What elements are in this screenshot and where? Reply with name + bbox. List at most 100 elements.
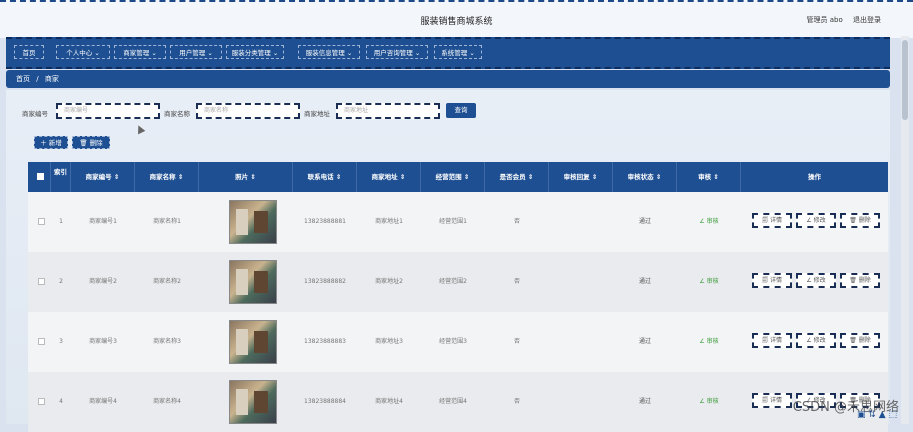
search-input-code[interactable]: 商家编号 [56, 103, 160, 119]
table-header: 索引 商家编号 ⇕ 商家名称 ⇕ 照片 ⇕ 联系电话 ⇕ 商家地址 ⇕ 经营范围… [28, 162, 888, 192]
th-operations: 操作 [808, 173, 821, 181]
main-content: 商家编号 商家编号 商家名称 商家名称 商家地址 商家地址 查询 ＋ 新增 🗑 … [6, 90, 890, 432]
nav-home[interactable]: 首页 [14, 45, 44, 59]
row-checkbox[interactable] [38, 398, 45, 405]
nav-merchant-mgmt[interactable]: 商家管理 ⌄ [114, 45, 166, 59]
merchant-photo [229, 320, 277, 364]
cell-name: 商家名称2 [153, 278, 181, 285]
cell-name: 商家名称4 [153, 398, 181, 405]
cell-address: 商家地址4 [375, 398, 403, 405]
audit-link[interactable]: ∠ 审核 [677, 372, 741, 432]
nav-category-mgmt-label: 服装分类管理 [231, 49, 271, 57]
table-row: 4 商家编号4 商家名称4 13823888884 商家地址4 经营范围4 否 … [28, 372, 888, 432]
breadcrumb: 首页 / 商家 [6, 70, 890, 88]
merchant-photo [229, 200, 277, 244]
page-scrollbar[interactable] [901, 36, 909, 424]
chevron-down-icon: ⌄ [151, 49, 157, 57]
cell-member: 否 [513, 338, 520, 345]
search-form: 商家编号 商家编号 商家名称 商家名称 商家地址 商家地址 查询 [6, 102, 886, 122]
cell-member: 否 [513, 278, 520, 285]
cell-code: 商家编号4 [89, 398, 117, 405]
cell-address: 商家地址3 [375, 338, 403, 345]
cell-reply [549, 192, 613, 252]
nav-system-mgmt[interactable]: 系统管理 ⌄ [434, 45, 482, 59]
detail-button[interactable]: 🗐 详情 [752, 333, 792, 348]
select-all-checkbox[interactable] [37, 173, 44, 180]
th-name[interactable]: 商家名称 ⇕ [135, 162, 199, 192]
table-row: 2 商家编号2 商家名称2 13823888882 商家地址2 经营范围2 否 … [28, 252, 888, 312]
row-checkbox[interactable] [38, 338, 45, 345]
scrollbar-thumb[interactable] [902, 40, 908, 120]
floating-toolbox-icon[interactable]: ▣ ⇅ ▲ ⬚ [857, 410, 897, 420]
cell-member: 否 [513, 398, 520, 405]
row-delete-button[interactable]: 🗑 删除 [840, 333, 880, 348]
chevron-down-icon: ⌄ [207, 49, 213, 57]
row-delete-button[interactable]: 🗑 删除 [840, 213, 880, 228]
detail-button[interactable]: 🗐 详情 [752, 213, 792, 228]
th-address[interactable]: 商家地址 ⇕ [357, 162, 421, 192]
nav-consult-mgmt[interactable]: 用户咨询管理 ⌄ [366, 45, 428, 59]
nav-system-mgmt-label: 系统管理 [441, 49, 468, 57]
detail-button[interactable]: 🗐 详情 [752, 393, 792, 408]
cell-status: 通过 [638, 218, 651, 225]
row-delete-button[interactable]: 🗑 删除 [840, 273, 880, 288]
th-member[interactable]: 是否会员 ⇕ [485, 162, 549, 192]
nav-personal-center[interactable]: 个人中心 ⌄ [56, 45, 110, 59]
th-phone[interactable]: 联系电话 ⇕ [293, 162, 357, 192]
cell-address: 商家地址2 [375, 278, 403, 285]
nav-product-mgmt[interactable]: 服装信息管理 ⌄ [298, 45, 360, 59]
cell-scope: 经营范围4 [439, 398, 467, 405]
detail-button[interactable]: 🗐 详情 [752, 273, 792, 288]
nav-personal-center-label: 个人中心 [66, 49, 93, 57]
cell-reply [549, 252, 613, 312]
cell-status: 通过 [638, 278, 651, 285]
delete-button[interactable]: 🗑 删除 [72, 136, 110, 149]
th-reply[interactable]: 审核回复 ⇕ [549, 162, 613, 192]
th-scope[interactable]: 经营范围 ⇕ [421, 162, 485, 192]
merchant-photo [229, 260, 277, 304]
breadcrumb-home[interactable]: 首页 [16, 75, 30, 83]
cell-scope: 经营范围2 [439, 278, 467, 285]
main-nav: 首页 个人中心 ⌄ 商家管理 ⌄ 用户管理 ⌄ 服装分类管理 ⌄ 服装信息管理 … [6, 37, 890, 69]
nav-user-mgmt-label: 用户管理 [179, 49, 206, 57]
cell-name: 商家名称1 [153, 218, 181, 225]
chevron-down-icon: ⌄ [346, 49, 353, 57]
row-checkbox[interactable] [38, 218, 45, 225]
edit-button[interactable]: ∠ 修改 [796, 273, 836, 288]
cell-status: 通过 [638, 338, 651, 345]
logout-link[interactable]: 退出登录 [853, 16, 881, 24]
cell-phone: 13823888884 [304, 398, 346, 405]
system-title: 服装销售商城系统 [420, 17, 493, 27]
search-input-name[interactable]: 商家名称 [196, 103, 300, 119]
cell-member: 否 [513, 218, 520, 225]
th-code[interactable]: 商家编号 ⇕ [71, 162, 135, 192]
breadcrumb-current: 商家 [44, 75, 59, 83]
search-label-code: 商家编号 [22, 110, 48, 118]
cell-index: 3 [59, 338, 63, 345]
audit-link[interactable]: ∠ 审核 [677, 252, 741, 312]
nav-user-mgmt[interactable]: 用户管理 ⌄ [170, 45, 222, 59]
th-audit[interactable]: 审核 ⇕ [677, 162, 741, 192]
admin-label: 管理员 abo [806, 16, 843, 24]
cell-code: 商家编号3 [89, 338, 117, 345]
search-button[interactable]: 查询 [446, 103, 476, 118]
cell-address: 商家地址1 [375, 218, 403, 225]
chevron-down-icon: ⌄ [94, 49, 100, 57]
audit-link[interactable]: ∠ 审核 [677, 312, 741, 372]
cell-reply [549, 312, 613, 372]
cell-phone: 13823888881 [304, 218, 346, 225]
th-index[interactable]: 索引 [51, 162, 71, 192]
edit-button[interactable]: ∠ 修改 [796, 213, 836, 228]
table-row: 1 商家编号1 商家名称1 13823888881 商家地址1 经营范围1 否 … [28, 192, 888, 252]
select-all-cell [28, 162, 51, 192]
add-button[interactable]: ＋ 新增 [34, 136, 68, 149]
th-photo[interactable]: 照片 ⇕ [199, 162, 293, 192]
audit-link[interactable]: ∠ 审核 [677, 192, 741, 252]
chevron-down-icon: ⌄ [272, 49, 279, 57]
admin-area: 管理员 abo 退出登录 [799, 15, 881, 25]
row-checkbox[interactable] [38, 278, 45, 285]
th-status[interactable]: 审核状态 ⇕ [613, 162, 677, 192]
search-input-address[interactable]: 商家地址 [336, 103, 440, 119]
nav-category-mgmt[interactable]: 服装分类管理 ⌄ [226, 45, 284, 59]
edit-button[interactable]: ∠ 修改 [796, 333, 836, 348]
